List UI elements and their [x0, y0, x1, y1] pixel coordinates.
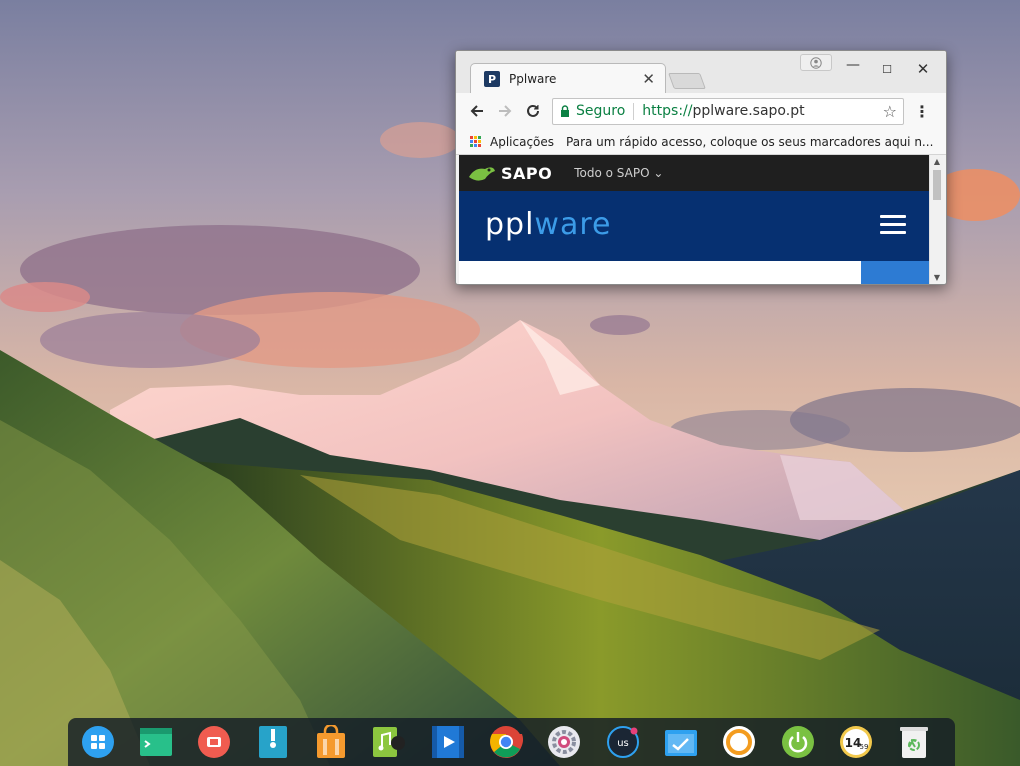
- trash-icon[interactable]: [897, 724, 932, 760]
- backup-icon[interactable]: [722, 724, 757, 760]
- arrow-right-icon: [499, 105, 512, 117]
- hamburger-menu-icon[interactable]: [880, 215, 906, 235]
- bookmarks-hint: Para um rápido acesso, coloque os seus m…: [566, 134, 934, 149]
- clock-icon[interactable]: 14 59: [838, 724, 873, 760]
- logo-part-b: ware: [534, 207, 612, 242]
- page-viewport[interactable]: SAPO Todo o SAPO ⌄ pplware ▲ ▼: [459, 155, 943, 284]
- apps-grid-icon[interactable]: [470, 136, 481, 147]
- tab-pplware[interactable]: P Pplware ✕: [470, 63, 666, 94]
- tab-title: Pplware: [509, 72, 557, 86]
- pplware-logo[interactable]: pplware: [485, 207, 611, 242]
- sapo-menu-dropdown[interactable]: Todo o SAPO ⌄: [574, 166, 663, 180]
- tab-close-icon[interactable]: ✕: [642, 70, 655, 88]
- minimize-button[interactable]: —: [843, 57, 863, 73]
- pplware-favicon-icon: P: [484, 71, 500, 87]
- bookmark-star-icon[interactable]: ☆: [883, 102, 897, 121]
- browser-menu-button[interactable]: ⋮: [914, 102, 930, 121]
- logo-part-a: ppl: [485, 207, 535, 242]
- lock-icon: [561, 105, 569, 117]
- reload-icon: [527, 104, 539, 117]
- sapo-topbar: SAPO Todo o SAPO ⌄: [459, 155, 929, 191]
- power-icon[interactable]: [780, 724, 815, 760]
- svg-text:us: us: [617, 738, 629, 749]
- new-tab-button[interactable]: [668, 73, 706, 89]
- browser-window[interactable]: P Pplware ✕ — ☐ ✕ Seguro https:// pplwar…: [455, 50, 947, 285]
- dock: us 14 59: [68, 718, 955, 766]
- terminal-icon[interactable]: [138, 724, 173, 760]
- browser-toolbar: Seguro https:// pplware.sapo.pt ☆ ⋮: [456, 93, 946, 129]
- apps-link[interactable]: Aplicações: [490, 135, 554, 149]
- pplware-header: pplware: [459, 191, 929, 261]
- clock-minutes: 59: [859, 743, 868, 751]
- bookmarks-bar: Aplicações Para um rápido acesso, coloqu…: [456, 129, 946, 155]
- omnibox-separator: [633, 102, 635, 120]
- close-window-button[interactable]: ✕: [913, 60, 933, 78]
- secure-label: Seguro: [576, 103, 626, 119]
- back-button[interactable]: [465, 99, 489, 123]
- music-player-icon[interactable]: [372, 724, 407, 760]
- scroll-thumb[interactable]: [933, 170, 941, 200]
- system-monitor-icon[interactable]: [663, 724, 698, 760]
- arrow-left-icon: [470, 105, 483, 117]
- forward-button[interactable]: [493, 99, 517, 123]
- app-store-icon[interactable]: [313, 724, 348, 760]
- scroll-down-arrow-icon[interactable]: ▼: [930, 273, 943, 282]
- url-host: pplware.sapo.pt: [692, 103, 805, 119]
- page-blue-strip: [861, 261, 929, 284]
- address-bar[interactable]: Seguro https:// pplware.sapo.pt ☆: [552, 97, 904, 125]
- network-monitor-icon[interactable]: us: [605, 724, 640, 760]
- profile-button[interactable]: [800, 54, 832, 71]
- reload-button[interactable]: [521, 99, 545, 123]
- settings-icon[interactable]: [547, 724, 582, 760]
- url-scheme: https://: [642, 103, 693, 119]
- user-icon: [810, 56, 822, 69]
- scroll-up-arrow-icon[interactable]: ▲: [930, 157, 943, 166]
- chrome-icon[interactable]: [488, 724, 523, 760]
- browser-titlebar[interactable]: P Pplware ✕ — ☐ ✕: [456, 51, 946, 94]
- movie-player-icon[interactable]: [430, 724, 465, 760]
- screen-recorder-icon[interactable]: [197, 724, 232, 760]
- launcher-icon[interactable]: [80, 724, 115, 760]
- sapo-frog-icon[interactable]: [467, 163, 497, 183]
- maximize-button[interactable]: ☐: [877, 63, 897, 76]
- page-scrollbar[interactable]: ▲ ▼: [929, 155, 943, 284]
- sapo-logo[interactable]: SAPO: [501, 164, 552, 183]
- archive-icon[interactable]: [255, 724, 290, 760]
